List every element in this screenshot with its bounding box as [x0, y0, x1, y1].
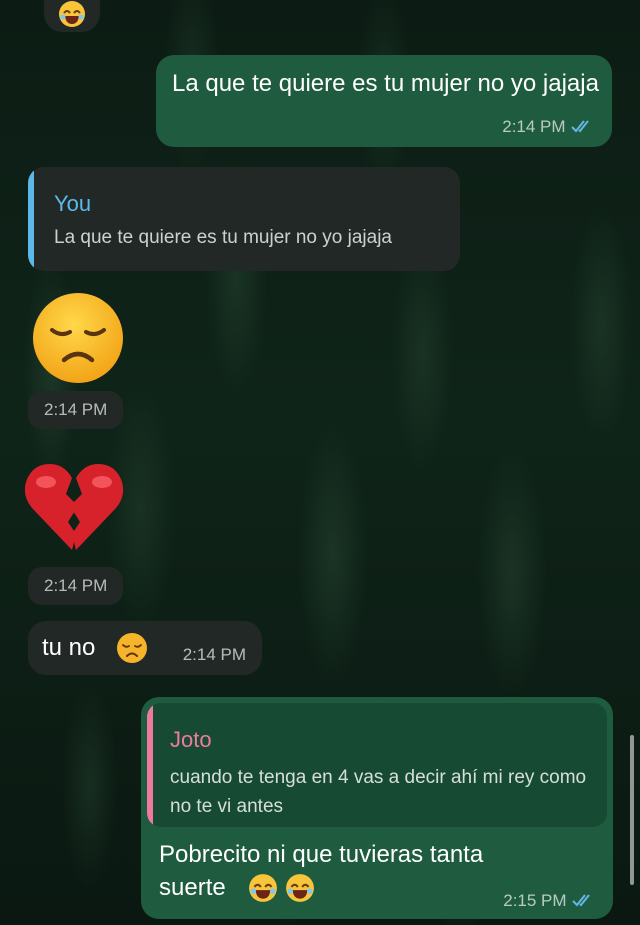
message-time: 2:14 PM: [182, 645, 246, 664]
broken-heart-emoji-icon[interactable]: [22, 460, 126, 554]
message-time: 2:14 PM: [502, 117, 566, 136]
quote-author: You: [54, 191, 92, 216]
message-text-line-1: Pobrecito ni que tuvieras tanta: [159, 841, 484, 868]
message-meta: 2:15 PM: [503, 891, 597, 911]
quoted-reply-card[interactable]: Joto cuando te tenga en 4 vas a decir ah…: [147, 703, 607, 827]
outgoing-message-bubble[interactable]: La que te quiere es tu mujer no yo jajaj…: [156, 55, 612, 147]
quote-accent-bar: [147, 703, 153, 827]
laughing-reaction-pill[interactable]: [44, 0, 100, 32]
disappointed-face-emoji-icon[interactable]: [30, 290, 126, 386]
message-time: 2:14 PM: [44, 400, 108, 419]
message-meta: 2:14 PM: [502, 117, 596, 137]
read-ticks-icon: [571, 120, 589, 133]
laughing-emoji-icon: [59, 1, 85, 27]
quoted-reply-card[interactable]: You La que te quiere es tu mujer no yo j…: [28, 167, 460, 271]
sticker-time-pill: 2:14 PM: [28, 567, 124, 605]
message-time: 2:15 PM: [503, 891, 567, 910]
scrollbar[interactable]: [630, 735, 634, 885]
message-text-line-2: suerte: [159, 874, 226, 901]
message-text: La que te quiere es tu mujer no yo jajaj…: [172, 70, 599, 97]
message-time: 2:14 PM: [44, 576, 108, 595]
incoming-message-bubble[interactable]: tu no 2:14 PM: [28, 621, 262, 675]
laughing-emoji-icon: [286, 874, 314, 902]
read-ticks-icon: [572, 894, 590, 907]
quote-text: La que te quiere es tu mujer no yo jajaj…: [54, 227, 392, 248]
quote-accent-bar: [28, 167, 34, 271]
quote-text: cuando te tenga en 4 vas a decir ahí mi …: [170, 767, 587, 817]
laughing-emoji-icon: [249, 874, 277, 902]
sticker-time-pill: 2:14 PM: [28, 391, 124, 429]
disappointed-face-emoji-icon: [117, 633, 147, 663]
quote-author: Joto: [170, 727, 212, 752]
message-text: tu no: [42, 634, 96, 661]
outgoing-message-bubble[interactable]: Joto cuando te tenga en 4 vas a decir ah…: [141, 697, 613, 919]
